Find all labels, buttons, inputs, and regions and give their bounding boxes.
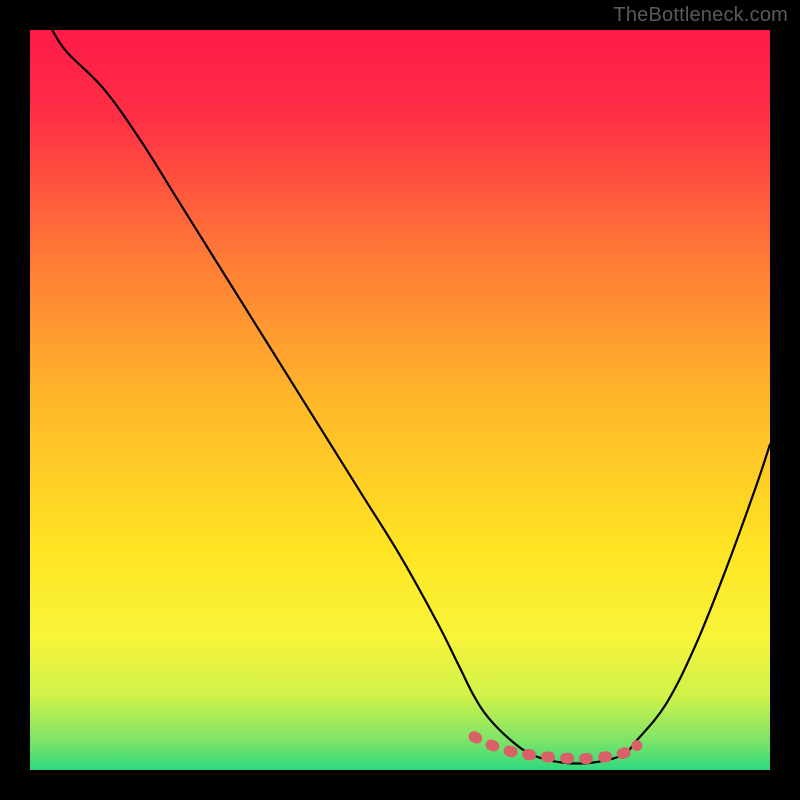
optimal-zone-end-dot: [631, 740, 642, 751]
chart-plot-area: [30, 30, 770, 770]
chart-frame: TheBottleneck.com: [0, 0, 800, 800]
chart-svg: [30, 30, 770, 770]
watermark-text: TheBottleneck.com: [613, 4, 788, 27]
